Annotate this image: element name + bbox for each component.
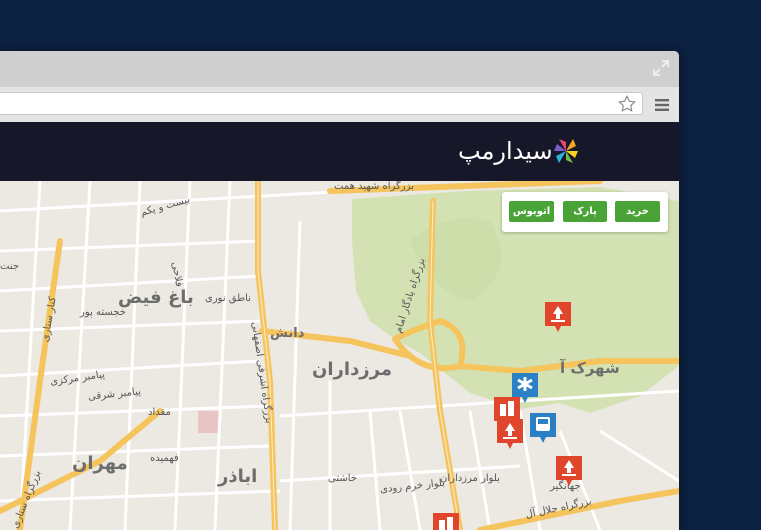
address-bar <box>0 87 679 122</box>
map-label-fahmideh: فهمیده <box>150 453 179 464</box>
map-label-marzdaran: مرزداران <box>312 359 393 380</box>
map-label-khojaste: خجسته پور <box>80 307 126 318</box>
park-marker-icon[interactable] <box>543 300 573 334</box>
park-marker-icon[interactable] <box>554 454 584 488</box>
map-label-hemmat: بزرگراه شهید همت <box>334 181 414 192</box>
map-label-meqdad: مقداد <box>148 407 171 418</box>
map-label-marzdaran-blvd: بلوار مرزداران <box>440 473 500 484</box>
brand[interactable]: سیدارمپ <box>450 134 579 168</box>
browser-window: سیدارمپ باغ فیض مرزداران شهرک آ مهران اب… <box>0 51 679 530</box>
map-label-shahrak: شهرک آ <box>560 359 620 377</box>
fullscreen-icon[interactable] <box>653 60 669 76</box>
map-view[interactable]: باغ فیض مرزداران شهرک آ مهران اباذر دانش… <box>0 181 679 530</box>
category-filter-panel: خرید پارک اتوبوس <box>502 192 668 232</box>
map-label-abazar: اباذر <box>218 466 258 487</box>
filter-bus-button[interactable]: اتوبوس <box>509 201 554 222</box>
url-input[interactable] <box>0 92 643 115</box>
map-label-bagh-feyz: باغ فیض <box>118 287 194 308</box>
map-label-nateq: ناطق نوری <box>205 293 251 304</box>
filter-park-button[interactable]: پارک <box>563 201 607 222</box>
title-bar <box>0 51 679 87</box>
app-header: سیدارمپ <box>0 122 679 181</box>
shopping-marker-icon[interactable] <box>431 511 461 530</box>
filter-shopping-button[interactable]: خرید <box>615 201 660 222</box>
hospital-marker-icon[interactable] <box>510 371 540 405</box>
map-label-khashti: خاشتی <box>328 473 357 484</box>
bookmark-star-icon[interactable] <box>618 95 636 113</box>
map-label-jenat: جنت <box>0 261 20 272</box>
logo-icon <box>553 139 578 163</box>
map-label-danesh: دانش <box>270 326 305 341</box>
brand-name: سیدارمپ <box>458 137 553 165</box>
bus-marker-icon[interactable] <box>528 411 558 445</box>
park-marker-icon[interactable] <box>495 417 525 451</box>
map-label-mehran: مهران <box>72 453 128 474</box>
menu-icon[interactable] <box>655 99 669 111</box>
